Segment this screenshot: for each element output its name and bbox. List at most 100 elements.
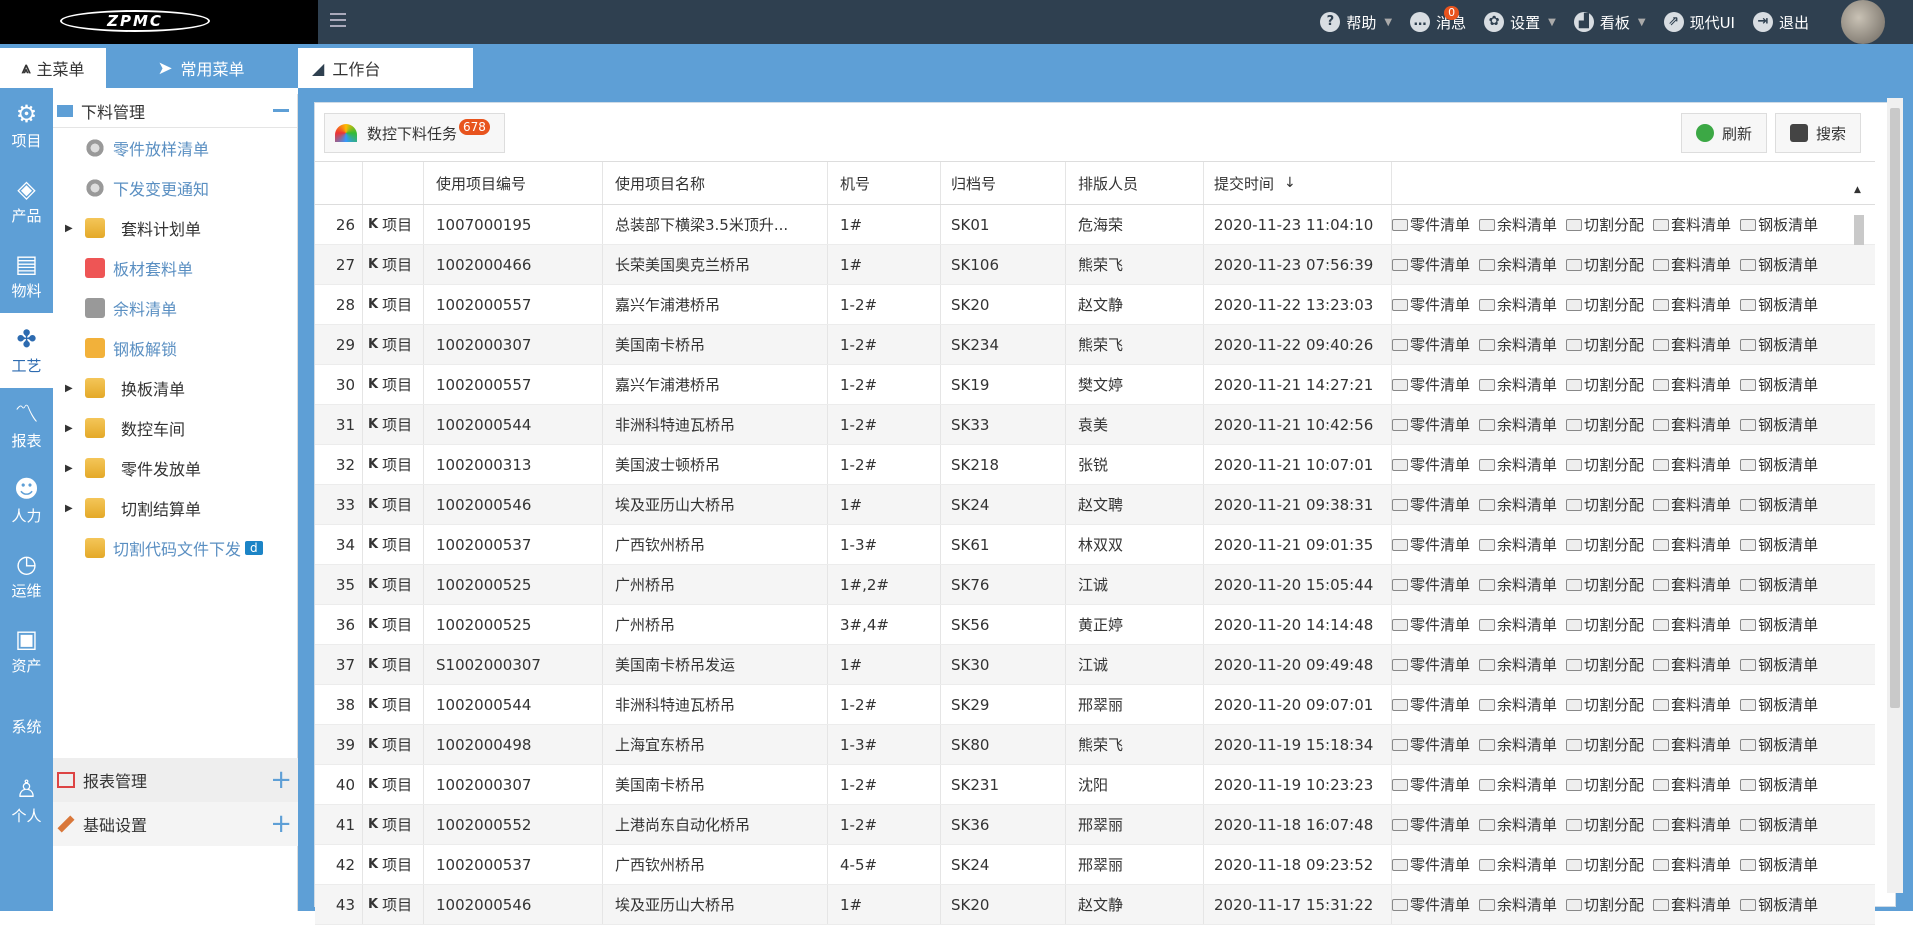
action-link[interactable]: 套料清单	[1653, 734, 1731, 755]
action-link[interactable]: 钢板清单	[1740, 734, 1818, 755]
header-machine-no[interactable]: 机号	[828, 162, 941, 204]
menu-item-4[interactable]: 余料清单	[53, 288, 297, 328]
action-link[interactable]: 余料清单	[1479, 454, 1557, 475]
action-link[interactable]: 切割分配	[1566, 734, 1644, 755]
action-link[interactable]: 零件清单	[1392, 534, 1470, 555]
refresh-button[interactable]: 刷新	[1681, 113, 1768, 153]
table-row[interactable]: 39 K 项目 1002000498 上海宜东桥吊 1-3# SK80 熊荣飞 2020-11-…	[315, 725, 1875, 765]
rail-item-6[interactable]: ◷ 运维	[0, 538, 53, 613]
action-link[interactable]: 钢板清单	[1740, 854, 1818, 875]
action-link[interactable]: 切割分配	[1566, 334, 1644, 355]
header-project-name[interactable]: 使用项目名称	[603, 162, 828, 204]
sort-desc-icon[interactable]: ↓	[1284, 175, 1296, 191]
action-link[interactable]: 钢板清单	[1740, 894, 1818, 915]
menu-section-header[interactable]: 下料管理	[53, 94, 297, 128]
table-row[interactable]: 37 K 项目 S1002000307 美国南卡桥吊发运 1# SK30 江诚 2020-11-…	[315, 645, 1875, 685]
action-link[interactable]: 零件清单	[1392, 334, 1470, 355]
menu-item-2[interactable]: ▶ 套料计划单	[53, 208, 297, 248]
nc-cutting-task-tab[interactable]: 数控下料任务 678	[324, 113, 505, 153]
table-row[interactable]: 41 K 项目 1002000552 上港尚东自动化桥吊 1-2# SK36 邢翠丽 2020-…	[315, 805, 1875, 845]
action-link[interactable]: 钢板清单	[1740, 454, 1818, 475]
menu-footer-reports[interactable]: 报表管理 +	[53, 758, 298, 802]
action-link[interactable]: 零件清单	[1392, 694, 1470, 715]
action-link[interactable]: 零件清单	[1392, 374, 1470, 395]
table-row[interactable]: 34 K 项目 1002000537 广西钦州桥吊 1-3# SK61 林双双 2020-11-…	[315, 525, 1875, 565]
menu-item-1[interactable]: 下发变更通知	[53, 168, 297, 208]
action-link[interactable]: 套料清单	[1653, 654, 1731, 675]
scroll-up-icon[interactable]: ▲	[1854, 185, 1861, 195]
collapse-icon[interactable]	[273, 109, 289, 112]
action-link[interactable]: 零件清单	[1392, 734, 1470, 755]
action-link[interactable]: 余料清单	[1479, 694, 1557, 715]
action-link[interactable]: 套料清单	[1653, 774, 1731, 795]
action-link[interactable]: 切割分配	[1566, 214, 1644, 235]
page-scrollbar[interactable]	[1887, 98, 1903, 893]
table-row[interactable]: 27 K 项目 1002000466 长荣美国奥克兰桥吊 1# SK106 熊荣飞 2020-1…	[315, 245, 1875, 285]
action-link[interactable]: 切割分配	[1566, 534, 1644, 555]
expand-arrow-icon[interactable]: ▶	[65, 423, 77, 434]
action-link[interactable]: 余料清单	[1479, 414, 1557, 435]
action-link[interactable]: 钢板清单	[1740, 414, 1818, 435]
action-link[interactable]: 套料清单	[1653, 294, 1731, 315]
action-link[interactable]: 钢板清单	[1740, 334, 1818, 355]
action-link[interactable]: 零件清单	[1392, 414, 1470, 435]
action-link[interactable]: 切割分配	[1566, 254, 1644, 275]
action-link[interactable]: 零件清单	[1392, 814, 1470, 835]
table-row[interactable]: 28 K 项目 1002000557 嘉兴乍浦港桥吊 1-2# SK20 赵文静 2020-11…	[315, 285, 1875, 325]
header-submit-time[interactable]: 提交时间 ↓	[1204, 162, 1392, 204]
chevron-down-icon[interactable]: ▼	[1638, 17, 1646, 28]
action-link[interactable]: 切割分配	[1566, 614, 1644, 635]
action-link[interactable]: 切割分配	[1566, 374, 1644, 395]
action-link[interactable]: 余料清单	[1479, 374, 1557, 395]
table-row[interactable]: 31 K 项目 1002000544 非洲科特迪瓦桥吊 1-2# SK33 袁美 2020-11…	[315, 405, 1875, 445]
action-link[interactable]: 余料清单	[1479, 534, 1557, 555]
action-link[interactable]: 余料清单	[1479, 814, 1557, 835]
action-link[interactable]: 套料清单	[1653, 374, 1731, 395]
action-link[interactable]: 钢板清单	[1740, 374, 1818, 395]
action-link[interactable]: 余料清单	[1479, 214, 1557, 235]
table-row[interactable]: 30 K 项目 1002000557 嘉兴乍浦港桥吊 1-2# SK19 樊文婷 2020-11…	[315, 365, 1875, 405]
action-link[interactable]: 套料清单	[1653, 214, 1731, 235]
menu-item-10[interactable]: 切割代码文件下发 d	[53, 528, 297, 568]
nav-item-5[interactable]: ⇥ 退出	[1752, 12, 1809, 33]
chevron-down-icon[interactable]: ▼	[1384, 17, 1392, 28]
action-link[interactable]: 套料清单	[1653, 414, 1731, 435]
action-link[interactable]: 零件清单	[1392, 214, 1470, 235]
nav-item-0[interactable]: ? 帮助 ▼	[1320, 12, 1392, 33]
action-link[interactable]: 切割分配	[1566, 294, 1644, 315]
rail-item-0[interactable]: ⚙ 项目	[0, 88, 53, 163]
action-link[interactable]: 套料清单	[1653, 854, 1731, 875]
action-link[interactable]: 套料清单	[1653, 894, 1731, 915]
action-link[interactable]: 钢板清单	[1740, 534, 1818, 555]
sidebar-toggle-icon[interactable]	[330, 13, 346, 29]
action-link[interactable]: 余料清单	[1479, 614, 1557, 635]
expand-arrow-icon[interactable]: ▶	[65, 503, 77, 514]
header-archive-no[interactable]: 归档号	[941, 162, 1066, 204]
tab-common-menu[interactable]: ➤ 常用菜单	[106, 48, 296, 88]
table-row[interactable]: 42 K 项目 1002000537 广西钦州桥吊 4-5# SK24 邢翠丽 2020-11-…	[315, 845, 1875, 885]
table-row[interactable]: 29 K 项目 1002000307 美国南卡桥吊 1-2# SK234 熊荣飞 2020-11…	[315, 325, 1875, 365]
expand-plus-icon[interactable]: +	[270, 811, 292, 837]
table-row[interactable]: 36 K 项目 1002000525 广州桥吊 3#,4# SK56 黄正婷 2020-11-2…	[315, 605, 1875, 645]
menu-item-3[interactable]: 板材套料单	[53, 248, 297, 288]
table-row[interactable]: 26 K 项目 1007000195 总装部下横梁3.5米顶升... 1# SK01 危海荣 2…	[315, 205, 1875, 245]
action-link[interactable]: 余料清单	[1479, 774, 1557, 795]
table-row[interactable]: 32 K 项目 1002000313 美国波士顿桥吊 1-2# SK218 张锐 2020-11…	[315, 445, 1875, 485]
action-link[interactable]: 钢板清单	[1740, 814, 1818, 835]
nav-item-4[interactable]: ⇗ 现代UI	[1663, 12, 1735, 33]
action-link[interactable]: 钢板清单	[1740, 574, 1818, 595]
rail-item-5[interactable]: ☻ 人力	[0, 463, 53, 538]
menu-item-7[interactable]: ▶ 数控车间	[53, 408, 297, 448]
action-link[interactable]: 钢板清单	[1740, 214, 1818, 235]
expand-arrow-icon[interactable]: ▶	[65, 223, 77, 234]
avatar[interactable]	[1841, 0, 1885, 44]
action-link[interactable]: 余料清单	[1479, 494, 1557, 515]
menu-footer-basic-settings[interactable]: 基础设置 +	[53, 802, 298, 846]
action-link[interactable]: 套料清单	[1653, 574, 1731, 595]
table-row[interactable]: 35 K 项目 1002000525 广州桥吊 1#,2# SK76 江诚 2020-11-20…	[315, 565, 1875, 605]
action-link[interactable]: 零件清单	[1392, 894, 1470, 915]
action-link[interactable]: 钢板清单	[1740, 614, 1818, 635]
rail-item-4[interactable]: 〽报表	[0, 388, 53, 463]
action-link[interactable]: 钢板清单	[1740, 494, 1818, 515]
header-layout-staff[interactable]: 排版人员	[1066, 162, 1204, 204]
